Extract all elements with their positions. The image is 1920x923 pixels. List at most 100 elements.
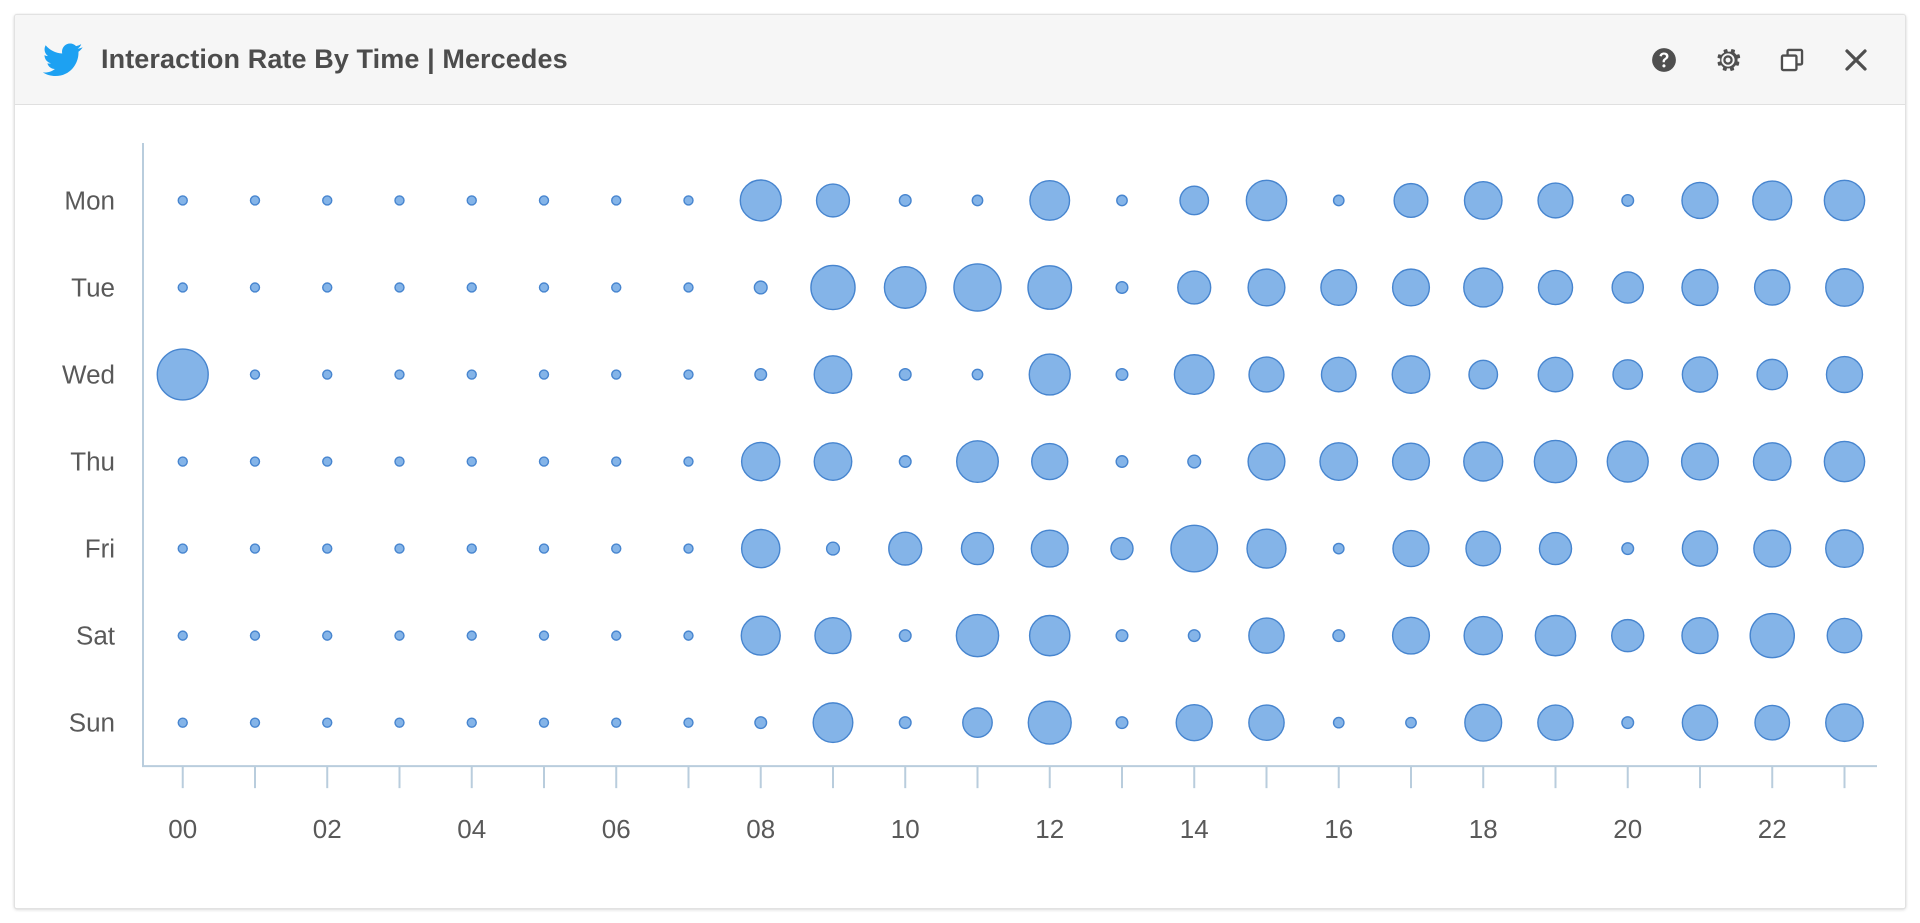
bubble-fri-11[interactable] <box>960 531 995 566</box>
bubble-thu-11[interactable] <box>955 440 999 484</box>
bubble-sat-06[interactable] <box>611 630 622 641</box>
bubble-wed-09[interactable] <box>813 355 853 394</box>
bubble-sat-10[interactable] <box>898 629 912 643</box>
bubble-fri-13[interactable] <box>1110 536 1134 561</box>
bubble-sat-18[interactable] <box>1463 615 1504 656</box>
bubble-fri-17[interactable] <box>1392 529 1430 568</box>
bubble-wed-04[interactable] <box>466 369 477 380</box>
bubble-mon-17[interactable] <box>1393 182 1429 218</box>
bubble-mon-23[interactable] <box>1823 179 1866 222</box>
bubble-sun-08[interactable] <box>754 716 768 730</box>
bubble-sun-12[interactable] <box>1027 700 1072 745</box>
bubble-fri-01[interactable] <box>249 543 261 554</box>
bubble-sun-05[interactable] <box>538 717 550 728</box>
bubble-sun-22[interactable] <box>1754 704 1791 741</box>
bubble-thu-13[interactable] <box>1115 455 1129 469</box>
bubble-sat-23[interactable] <box>1826 617 1863 654</box>
bubble-fri-10[interactable] <box>888 531 923 566</box>
bubble-wed-13[interactable] <box>1115 368 1129 382</box>
bubble-wed-00[interactable] <box>156 348 209 401</box>
bubble-wed-21[interactable] <box>1681 356 1719 393</box>
bubble-tue-08[interactable] <box>753 280 768 295</box>
bubble-tue-14[interactable] <box>1177 270 1212 305</box>
bubble-sat-17[interactable] <box>1391 616 1431 655</box>
bubble-tue-15[interactable] <box>1247 268 1286 307</box>
bubble-wed-02[interactable] <box>322 369 333 380</box>
bubble-sat-19[interactable] <box>1534 614 1577 657</box>
bubble-wed-08[interactable] <box>754 368 768 382</box>
bubble-thu-01[interactable] <box>249 456 261 467</box>
bubble-mon-21[interactable] <box>1681 181 1719 220</box>
bubble-sat-07[interactable] <box>683 630 694 641</box>
bubble-wed-22[interactable] <box>1756 358 1789 391</box>
bubble-fri-14[interactable] <box>1170 524 1219 573</box>
bubble-tue-18[interactable] <box>1463 267 1504 308</box>
bubble-sun-03[interactable] <box>394 717 405 728</box>
bubble-sun-20[interactable] <box>1621 716 1635 730</box>
bubble-wed-07[interactable] <box>683 369 694 380</box>
bubble-sun-14[interactable] <box>1175 703 1213 742</box>
bubble-mon-10[interactable] <box>898 193 912 207</box>
bubble-fri-00[interactable] <box>177 543 188 554</box>
bubble-sat-22[interactable] <box>1749 612 1795 659</box>
bubble-thu-12[interactable] <box>1031 442 1069 481</box>
bubble-sat-01[interactable] <box>249 630 261 641</box>
bubble-sat-11[interactable] <box>955 613 1000 658</box>
bubble-sun-07[interactable] <box>683 717 694 728</box>
bubble-thu-20[interactable] <box>1606 440 1649 483</box>
bubble-thu-19[interactable] <box>1533 439 1578 484</box>
bubble-sun-09[interactable] <box>812 702 854 744</box>
bubble-sun-23[interactable] <box>1825 703 1864 743</box>
bubble-sun-00[interactable] <box>177 717 188 728</box>
bubble-thu-08[interactable] <box>740 441 781 482</box>
bubble-thu-18[interactable] <box>1463 441 1504 482</box>
bubble-mon-00[interactable] <box>177 195 188 206</box>
bubble-thu-21[interactable] <box>1680 442 1720 481</box>
bubble-thu-07[interactable] <box>683 456 694 467</box>
bubble-wed-19[interactable] <box>1537 356 1574 393</box>
bubble-fri-12[interactable] <box>1030 529 1069 568</box>
bubble-tue-23[interactable] <box>1825 268 1864 307</box>
bubble-tue-03[interactable] <box>394 282 405 293</box>
close-button[interactable] <box>1839 43 1873 77</box>
bubble-mon-20[interactable] <box>1621 193 1635 207</box>
bubble-sat-08[interactable] <box>740 615 781 656</box>
bubble-sat-03[interactable] <box>394 630 405 641</box>
bubble-sun-13[interactable] <box>1115 716 1129 730</box>
bubble-tue-22[interactable] <box>1753 269 1791 306</box>
bubble-sun-10[interactable] <box>898 716 912 730</box>
bubble-sun-11[interactable] <box>962 707 993 739</box>
bubble-mon-18[interactable] <box>1463 181 1503 220</box>
duplicate-button[interactable] <box>1775 43 1809 77</box>
bubble-tue-07[interactable] <box>683 282 694 293</box>
bubble-thu-10[interactable] <box>898 455 912 469</box>
bubble-wed-11[interactable] <box>971 368 984 381</box>
bubble-wed-23[interactable] <box>1825 355 1864 394</box>
bubble-sun-01[interactable] <box>249 717 261 728</box>
bubble-thu-14[interactable] <box>1187 454 1202 469</box>
bubble-mon-02[interactable] <box>322 195 333 206</box>
bubble-wed-17[interactable] <box>1391 355 1431 394</box>
bubble-sat-21[interactable] <box>1681 616 1719 655</box>
bubble-wed-20[interactable] <box>1612 359 1644 390</box>
bubble-sun-18[interactable] <box>1464 703 1503 742</box>
bubble-fri-18[interactable] <box>1465 530 1502 567</box>
bubble-tue-21[interactable] <box>1681 268 1719 307</box>
bubble-sat-15[interactable] <box>1248 617 1285 654</box>
bubble-sat-14[interactable] <box>1187 629 1201 643</box>
bubble-fri-21[interactable] <box>1681 530 1719 567</box>
bubble-mon-19[interactable] <box>1537 182 1574 219</box>
bubble-tue-12[interactable] <box>1027 265 1073 310</box>
bubble-wed-03[interactable] <box>394 369 405 380</box>
bubble-mon-01[interactable] <box>249 195 261 206</box>
bubble-fri-22[interactable] <box>1753 529 1792 568</box>
bubble-tue-06[interactable] <box>611 282 622 293</box>
bubble-tue-11[interactable] <box>953 263 1002 312</box>
bubble-mon-07[interactable] <box>683 195 694 206</box>
bubble-fri-08[interactable] <box>740 528 781 569</box>
bubble-mon-08[interactable] <box>739 179 782 222</box>
bubble-sat-04[interactable] <box>466 630 477 641</box>
bubble-wed-05[interactable] <box>538 369 550 380</box>
bubble-sun-15[interactable] <box>1248 704 1285 741</box>
bubble-wed-06[interactable] <box>611 369 622 380</box>
